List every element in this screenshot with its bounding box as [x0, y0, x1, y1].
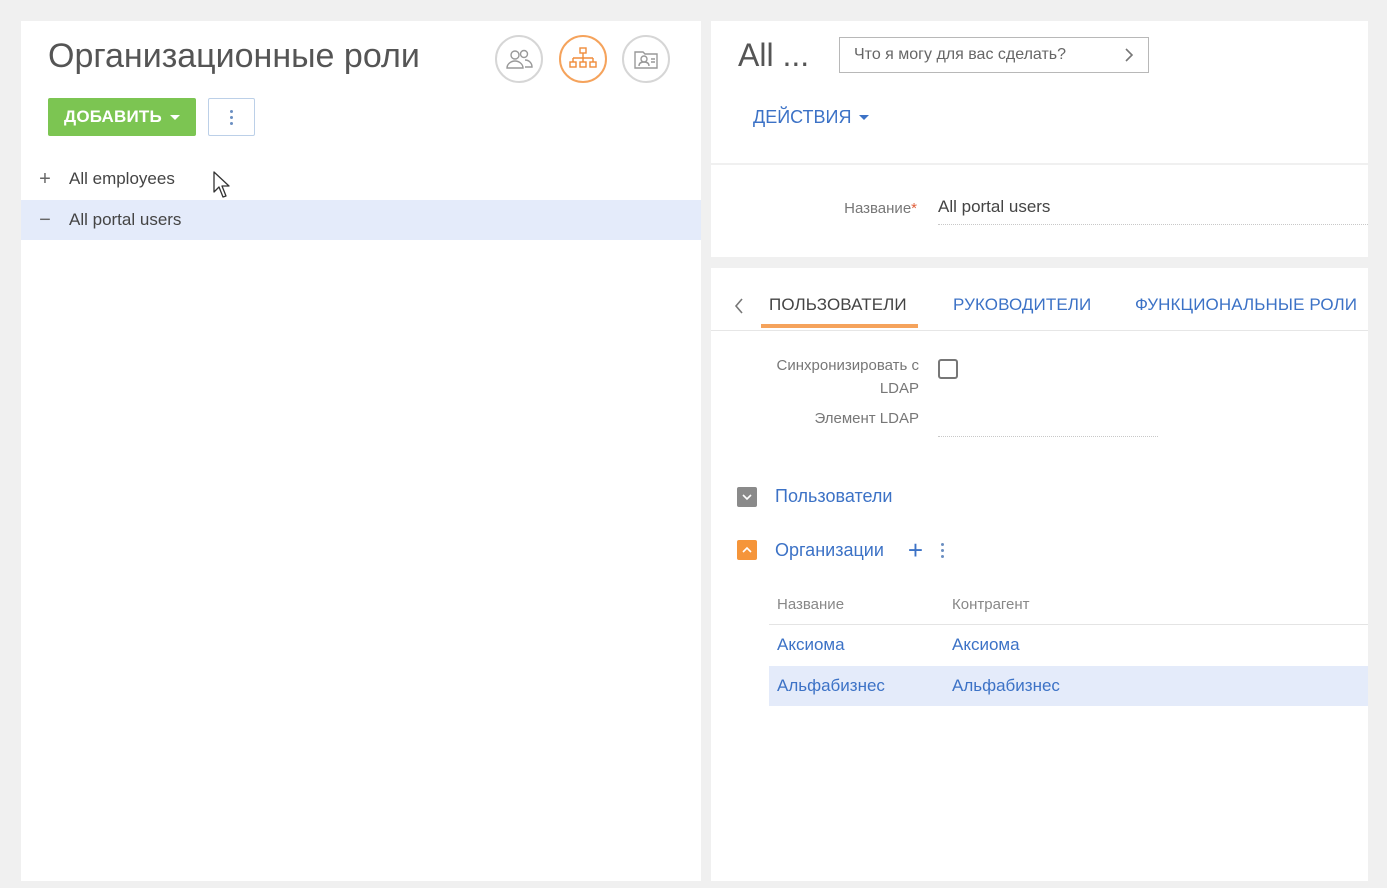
ldap-sync-checkbox[interactable] [938, 359, 958, 379]
users-group-title: Пользователи [775, 486, 893, 506]
ldap-sync-label: Синхронизировать с LDAP [776, 357, 919, 397]
column-header-account[interactable]: Контрагент [952, 596, 1030, 613]
cell-name[interactable]: Аксиома [777, 635, 845, 655]
chevron-up-icon[interactable] [737, 540, 757, 560]
tab-functional-roles[interactable]: ФУНКЦИОНАЛЬНЫЕ РОЛИ [1135, 295, 1357, 315]
cell-name[interactable]: Альфабизнес [777, 676, 885, 696]
chevron-right-icon[interactable] [1124, 47, 1134, 63]
tree-item-all-portal-users[interactable]: − All portal users [21, 200, 701, 240]
record-main-fields: Название* All portal users [711, 165, 1368, 257]
chevron-down-icon[interactable] [737, 486, 757, 507]
more-vertical-icon [230, 109, 233, 125]
column-header-name[interactable]: Название [777, 596, 844, 613]
required-marker: * [911, 200, 917, 217]
chevron-down-icon [859, 115, 870, 120]
add-button[interactable]: ДОБАВИТЬ [48, 98, 196, 136]
tab-managers[interactable]: РУКОВОДИТЕЛИ [953, 295, 1091, 315]
view-users-button[interactable] [495, 35, 543, 83]
orgs-group-header[interactable]: Организации + [737, 537, 945, 563]
command-search-placeholder: Что я могу для вас сделать? [854, 46, 1067, 63]
record-title: All ... [738, 37, 810, 73]
tree-item-all-employees[interactable]: + All employees [21, 159, 701, 199]
add-icon[interactable]: + [908, 537, 923, 563]
view-contacts-button[interactable] [622, 35, 670, 83]
chevron-down-icon [169, 114, 180, 120]
ldap-element-field[interactable] [938, 436, 1158, 437]
tab-users[interactable]: ПОЛЬЗОВАТЕЛИ [769, 295, 907, 315]
orgs-group-title: Организации [775, 539, 884, 560]
more-actions-button[interactable] [208, 98, 255, 136]
tab-bar: ПОЛЬЗОВАТЕЛИ РУКОВОДИТЕЛИ ФУНКЦИОНАЛЬНЫЕ… [711, 286, 1368, 331]
name-field-label: Название* [844, 200, 917, 217]
chevron-left-icon[interactable] [733, 296, 745, 316]
collapse-icon[interactable]: − [21, 209, 69, 232]
org-roles-panel: Организационные роли ДОБАВИТЬ + All empl… [21, 21, 701, 881]
expand-icon[interactable]: + [21, 168, 69, 191]
org-structure-icon [569, 47, 597, 68]
more-vertical-icon[interactable] [941, 542, 945, 558]
actions-label: ДЕЙСТВИЯ [753, 107, 852, 127]
actions-menu-button[interactable]: ДЕЙСТВИЯ [753, 107, 870, 128]
name-field[interactable]: All portal users [938, 197, 1368, 225]
record-header: All ... Что я могу для вас сделать? ДЕЙС… [711, 21, 1368, 163]
active-tab-indicator [761, 324, 918, 328]
page-title: Организационные роли [48, 37, 420, 75]
add-button-label: ДОБАВИТЬ [64, 107, 162, 126]
view-org-structure-button[interactable] [559, 35, 607, 83]
ldap-element-label: Элемент LDAP [814, 410, 919, 427]
tree-item-label: All employees [69, 169, 175, 188]
users-icon [506, 49, 533, 69]
cell-account[interactable]: Аксиома [952, 635, 1020, 655]
table-row[interactable]: Аксиома Аксиома [769, 625, 1368, 665]
users-group-header[interactable]: Пользователи [737, 486, 892, 507]
tree-item-label: All portal users [69, 210, 182, 229]
org-grid-header: Название Контрагент [769, 596, 1368, 625]
mouse-cursor-icon [213, 171, 230, 198]
command-search-input[interactable]: Что я могу для вас сделать? [839, 37, 1149, 73]
cell-account[interactable]: Альфабизнес [952, 676, 1060, 696]
record-details: ПОЛЬЗОВАТЕЛИ РУКОВОДИТЕЛИ ФУНКЦИОНАЛЬНЫЕ… [711, 268, 1368, 881]
table-row[interactable]: Альфабизнес Альфабизнес [769, 666, 1368, 706]
contact-card-icon [634, 51, 658, 69]
